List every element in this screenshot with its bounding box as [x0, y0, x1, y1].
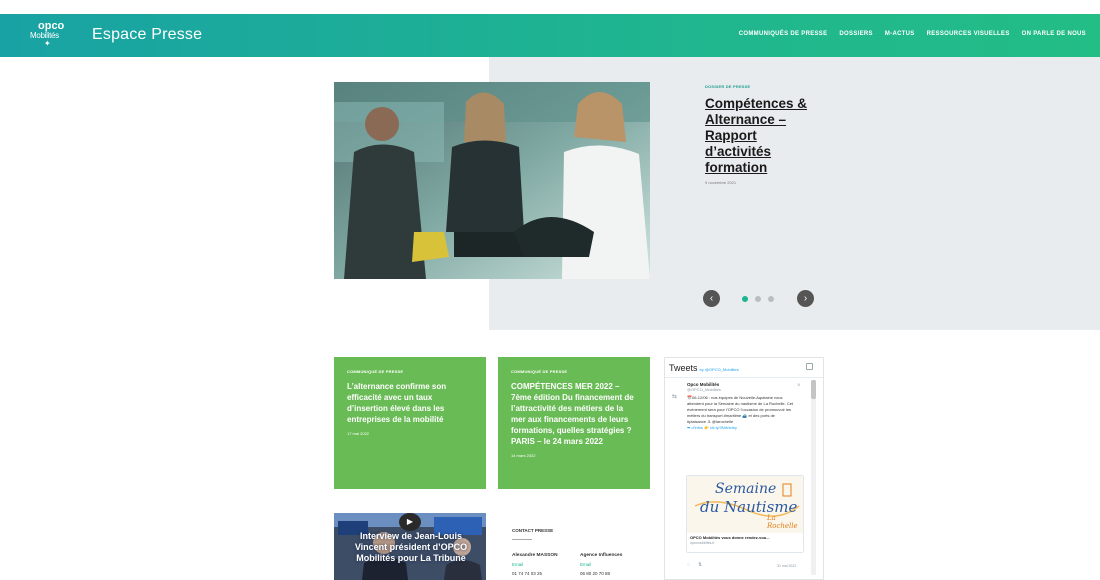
contact-person: Alexandre MASSON Email 01 74 74 03 25	[512, 550, 558, 578]
chevron-left-icon[interactable]: ‹	[703, 290, 720, 307]
card-kicker: COMMUNIQUÉ DE PRESSE	[511, 369, 568, 374]
video-caption: Interview de Jean-Louis Vincent présiden…	[354, 531, 468, 563]
contact-phone: 01 74 74 03 25	[512, 571, 543, 576]
contact-email-link[interactable]: Email	[580, 562, 591, 567]
retweet-icon: ⇆	[672, 394, 678, 400]
tweet-actions: ◌ ⇅	[687, 562, 710, 568]
video-thumbnail[interactable]: ▶ Interview de Jean-Louis Vincent présid…	[334, 513, 486, 580]
tweet-date[interactable]: 31 mai 2022	[777, 564, 796, 568]
nav-on-parle-de-nous[interactable]: ON PARLE DE NOUS	[1022, 31, 1086, 37]
play-icon[interactable]: ▶	[399, 513, 421, 531]
nav-dossiers[interactable]: DOSSIERS	[839, 31, 872, 37]
contact-phone: 06 80 20 70 88	[580, 571, 611, 576]
contact-person: Agence Influences Email 06 80 20 70 88	[580, 550, 622, 578]
logo-star-icon: ✦	[44, 39, 51, 48]
tweet-card-title1: Semaine	[715, 481, 777, 497]
contact-email-link[interactable]: Email	[512, 562, 523, 567]
press-release-card[interactable]: COMMUNIQUÉ DE PRESSE L’alternance confir…	[334, 357, 486, 489]
press-release-card[interactable]: COMMUNIQUÉ DE PRESSE COMPÉTENCES MER 202…	[498, 357, 650, 489]
card-kicker: COMMUNIQUÉ DE PRESSE	[347, 369, 404, 374]
chevron-right-icon[interactable]: ›	[797, 290, 814, 307]
tweet-card-title3: La Rochelle	[767, 514, 798, 530]
tweets-heading: Tweets by @OPCO_Mobilites	[669, 363, 739, 373]
divider	[512, 539, 532, 540]
scrollbar-thumb[interactable]	[811, 380, 816, 399]
card-title: L’alternance confirme son efficacité ave…	[347, 382, 447, 424]
reply-icon[interactable]: ◌	[687, 562, 690, 568]
nav-communiques[interactable]: COMMUNIQUÉS DE PRESSE	[739, 31, 828, 37]
tweet-card-image: Semaine du Nautisme La Rochelle	[687, 476, 803, 533]
main-nav: COMMUNIQUÉS DE PRESSE DOSSIERS M-ACTUS R…	[739, 31, 1086, 37]
tweet-link[interactable]: ➡ d’infos 👉 bit.ly/3NWsnby	[687, 425, 737, 430]
nav-m-actus[interactable]: M-ACTUS	[885, 31, 915, 37]
retweet-action-icon[interactable]: ⇅	[698, 562, 702, 568]
divider	[665, 377, 823, 378]
slider-dot-2[interactable]	[755, 296, 761, 302]
nav-ressources-visuelles[interactable]: RESSOURCES VISUELLES	[927, 31, 1010, 37]
tweet-card-url: opcomobilites.fr	[690, 541, 715, 545]
slider-dot-3[interactable]	[768, 296, 774, 302]
slider-dots	[742, 296, 774, 302]
close-icon[interactable]: ×	[797, 383, 801, 389]
card-title: COMPÉTENCES MER 2022 – 7ème édition Du f…	[511, 382, 634, 446]
tweet-card-caption: OPCO Mobilités vous donne rendez-vou...	[690, 535, 770, 540]
twitter-timeline: Tweets by @OPCO_Mobilites ⇆ Opco Mobilité…	[664, 357, 824, 580]
slider-dot-1[interactable]	[742, 296, 748, 302]
card-date: 14 mars 2022	[511, 453, 536, 458]
top-header: opco Mobilités ✦ Espace Presse COMMUNIQU…	[0, 14, 1100, 57]
hero-kicker: DOSSIER DE PRESSE	[705, 84, 751, 89]
tweet-card-preview[interactable]: Semaine du Nautisme La Rochelle OPCO Mob…	[686, 475, 804, 553]
twitter-icon[interactable]	[806, 363, 813, 370]
press-contact: CONTACT PRESSE Alexandre MASSON Email 01…	[498, 513, 650, 580]
hero-image[interactable]	[334, 82, 650, 279]
tweet-handle[interactable]: @OPCO_Mobilites	[687, 387, 721, 392]
opco-mobilites-logo[interactable]: opco Mobilités ✦	[30, 20, 64, 50]
card-date: 17 mai 2022	[347, 431, 370, 436]
contact-heading: CONTACT PRESSE	[512, 528, 554, 533]
hero-date: 9 novembre 2021	[705, 180, 737, 185]
contact-name: Alexandre MASSON	[512, 553, 558, 558]
hero-title[interactable]: Compétences & Alternance – Rapport d’act…	[705, 96, 817, 176]
tweet-body: 📅06-12/06 : nos équipes de Nouvelle-Aqui…	[687, 395, 794, 430]
scrollbar-track[interactable]	[811, 380, 816, 575]
contact-name: Agence Influences	[580, 553, 623, 558]
site-title[interactable]: Espace Presse	[92, 26, 202, 44]
tweets-by-link[interactable]: by @OPCO_Mobilites	[700, 367, 739, 372]
